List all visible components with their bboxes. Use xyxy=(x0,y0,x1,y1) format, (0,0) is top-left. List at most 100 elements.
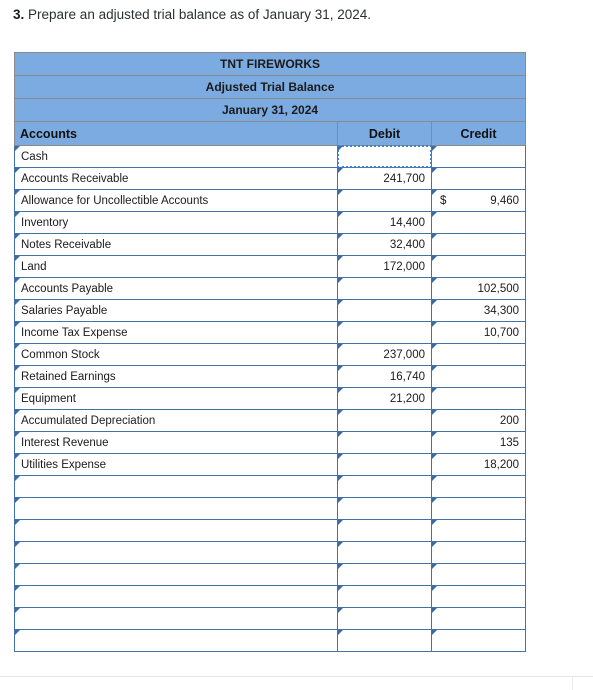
credit-amount-cell[interactable] xyxy=(430,167,527,190)
credit-amount-cell[interactable] xyxy=(430,497,527,520)
debit-amount-text: 16,740 xyxy=(389,370,425,383)
worksheet-title-row-date: January 31, 2024 xyxy=(13,98,527,122)
worksheet-row: Equipment 21,200 xyxy=(14,387,527,410)
credit-amount-cell[interactable]: 10,700 xyxy=(430,321,527,344)
credit-amount-cell[interactable] xyxy=(430,475,527,498)
account-name-cell[interactable] xyxy=(14,585,338,608)
credit-amount-cell[interactable]: 135 xyxy=(430,431,527,454)
account-name-cell[interactable]: Accumulated Depreciation xyxy=(14,409,338,432)
debit-amount-cell[interactable] xyxy=(337,189,432,212)
account-name-cell[interactable]: Allowance for Uncollectible Accounts xyxy=(14,189,338,212)
account-name-cell[interactable]: Common Stock xyxy=(14,343,338,366)
credit-amount-cell[interactable] xyxy=(430,365,527,388)
debit-amount-cell[interactable] xyxy=(337,607,432,630)
credit-amount-cell[interactable]: 200 xyxy=(430,409,527,432)
debit-amount-cell[interactable] xyxy=(337,475,432,498)
cell-corner-marker-icon xyxy=(338,410,343,415)
account-name-text: Retained Earnings xyxy=(21,370,116,383)
account-name-cell[interactable]: Accounts Receivable xyxy=(14,167,338,190)
cell-corner-marker-icon xyxy=(338,564,343,569)
account-name-cell[interactable] xyxy=(14,497,338,520)
credit-amount-cell[interactable]: 102,500 xyxy=(430,277,527,300)
account-name-cell[interactable]: Land xyxy=(14,255,338,278)
account-name-cell[interactable] xyxy=(14,475,338,498)
account-name-cell[interactable] xyxy=(14,629,338,652)
worksheet-row xyxy=(14,475,527,498)
debit-amount-cell[interactable] xyxy=(337,563,432,586)
account-name-cell[interactable] xyxy=(14,519,338,542)
credit-amount-cell[interactable] xyxy=(430,255,527,278)
debit-amount-cell[interactable]: 16,740 xyxy=(337,365,432,388)
cell-corner-marker-icon xyxy=(432,498,437,503)
debit-amount-cell[interactable]: 21,200 xyxy=(337,387,432,410)
debit-amount-cell[interactable]: 241,700 xyxy=(337,167,432,190)
credit-amount-cell[interactable] xyxy=(430,541,527,564)
company-name: TNT FIREWORKS xyxy=(13,52,527,76)
worksheet-row: Cash xyxy=(14,145,527,168)
debit-amount-cell[interactable] xyxy=(337,409,432,432)
debit-amount-text: 21,200 xyxy=(389,392,425,405)
credit-amount-cell[interactable] xyxy=(430,211,527,234)
cell-corner-marker-icon xyxy=(338,608,343,613)
column-header-accounts: Accounts xyxy=(14,121,338,146)
worksheet-row: Inventory 14,400 xyxy=(14,211,527,234)
cell-corner-marker-icon xyxy=(338,520,343,525)
debit-amount-cell[interactable] xyxy=(337,321,432,344)
account-name-cell[interactable]: Income Tax Expense xyxy=(14,321,338,344)
debit-amount-text: 14,400 xyxy=(389,216,425,229)
debit-amount-cell[interactable]: 172,000 xyxy=(337,255,432,278)
account-name-cell[interactable]: Equipment xyxy=(14,387,338,410)
debit-amount-cell[interactable] xyxy=(337,431,432,454)
credit-amount-text: 200 xyxy=(499,414,520,427)
credit-amount-cell[interactable] xyxy=(430,519,527,542)
credit-amount-cell[interactable] xyxy=(430,343,527,366)
credit-amount-cell[interactable] xyxy=(430,145,527,168)
credit-amount-cell[interactable]: 34,300 xyxy=(430,299,527,322)
worksheet-row: Accounts Payable 102,500 xyxy=(14,277,527,300)
credit-amount-cell[interactable] xyxy=(430,233,527,256)
account-name-cell[interactable]: Accounts Payable xyxy=(14,277,338,300)
credit-amount-cell[interactable] xyxy=(430,387,527,410)
credit-amount-cell[interactable] xyxy=(430,585,527,608)
account-name-cell[interactable]: Utilities Expense xyxy=(14,453,338,476)
debit-amount-cell[interactable] xyxy=(337,497,432,520)
account-name-text: Income Tax Expense xyxy=(21,326,128,339)
account-name-cell[interactable] xyxy=(14,563,338,586)
cell-corner-marker-icon xyxy=(432,146,437,151)
account-name-cell[interactable]: Cash xyxy=(14,145,338,168)
cell-corner-marker-icon xyxy=(15,520,20,525)
worksheet-row xyxy=(14,497,527,520)
debit-amount-cell[interactable]: 237,000 xyxy=(337,343,432,366)
debit-amount-cell[interactable] xyxy=(337,541,432,564)
debit-amount-cell[interactable] xyxy=(337,453,432,476)
account-name-cell[interactable]: Inventory xyxy=(14,211,338,234)
account-name-cell[interactable]: Retained Earnings xyxy=(14,365,338,388)
debit-amount-cell[interactable] xyxy=(337,585,432,608)
cell-corner-marker-icon xyxy=(432,542,437,547)
account-name-cell[interactable]: Interest Revenue xyxy=(14,431,338,454)
cell-corner-marker-icon xyxy=(338,146,343,151)
credit-amount-cell[interactable] xyxy=(430,563,527,586)
debit-amount-cell[interactable]: 14,400 xyxy=(337,211,432,234)
debit-amount-cell[interactable] xyxy=(337,145,432,168)
credit-amount-cell[interactable] xyxy=(430,607,527,630)
cell-corner-marker-icon xyxy=(15,564,20,569)
debit-amount-cell[interactable]: 32,400 xyxy=(337,233,432,256)
credit-amount-cell[interactable] xyxy=(430,629,527,652)
account-name-cell[interactable] xyxy=(14,607,338,630)
worksheet-row: Income Tax Expense 10,700 xyxy=(14,321,527,344)
cell-corner-marker-icon xyxy=(432,168,437,173)
account-name-text: Land xyxy=(21,260,47,273)
debit-amount-cell[interactable] xyxy=(337,629,432,652)
credit-amount-cell[interactable]: 18,200 xyxy=(430,453,527,476)
cell-corner-marker-icon xyxy=(338,454,343,459)
debit-amount-cell[interactable] xyxy=(337,277,432,300)
account-name-cell[interactable]: Salaries Payable xyxy=(14,299,338,322)
debit-amount-cell[interactable] xyxy=(337,299,432,322)
worksheet-row: Accounts Receivable 241,700 xyxy=(14,167,527,190)
credit-amount-cell[interactable]: $9,460 xyxy=(430,189,527,212)
worksheet-row xyxy=(14,607,527,630)
account-name-cell[interactable]: Notes Receivable xyxy=(14,233,338,256)
debit-amount-cell[interactable] xyxy=(337,519,432,542)
account-name-cell[interactable] xyxy=(14,541,338,564)
